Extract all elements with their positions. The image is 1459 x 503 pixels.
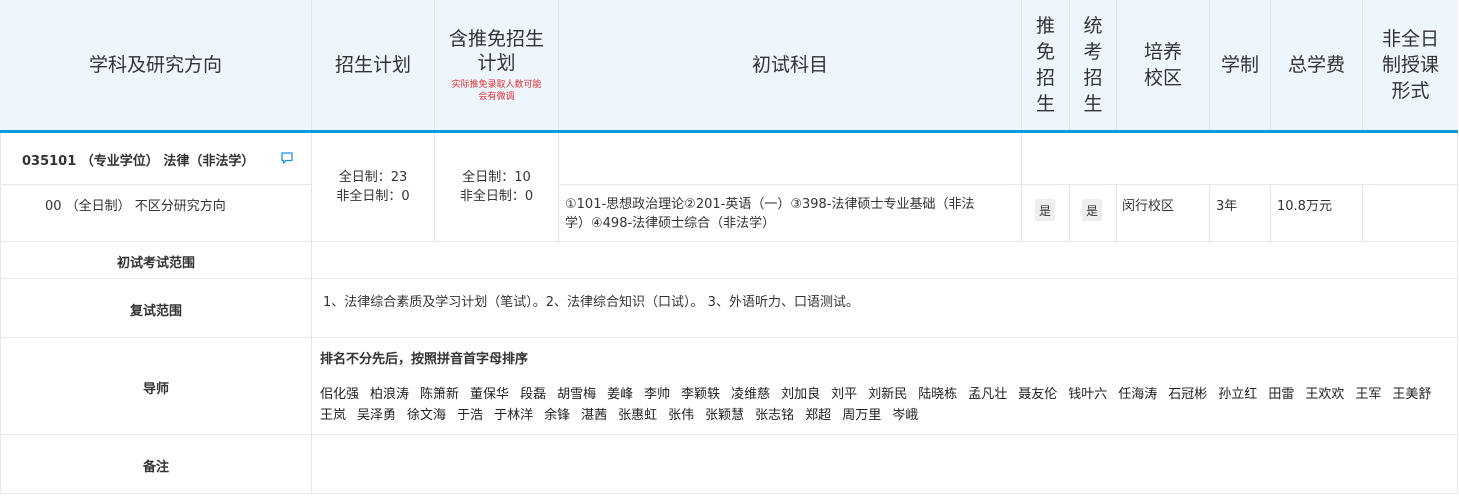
tutor-name: 于浩 [457,408,484,423]
tutor-name: 任海涛 [1118,387,1158,402]
tutor-name: 姜峰 [607,387,634,402]
header-parttime: 非全日 制授课 形式 [1381,28,1439,102]
tutor-name: 董保华 [470,387,510,402]
comment-icon[interactable] [280,150,294,164]
tutor-label: 导师 [142,382,169,397]
direction-label: 00 （全日制） 不区分研究方向 [45,199,226,214]
tutor-name: 郑超 [805,408,832,423]
exempt-note-2: 会有微调 [478,92,515,102]
header-plan: 招生计划 [312,0,435,130]
tutor-name: 孟凡壮 [968,387,1008,402]
retest-label: 复试范围 [129,304,182,319]
tutor-name: 柏浪涛 [370,387,410,402]
tutor-name: 岑峨 [892,408,919,423]
tutor-name: 王美舒 [1392,387,1432,402]
tutor-name: 孙立红 [1218,387,1258,402]
plan-part-time: 非全日制：0 [336,189,410,204]
tutor-note: 排名不分先后，按照拼音首字母排序 [320,352,529,367]
tutor-name: 石冠彬 [1168,387,1208,402]
tutor-name: 周万里 [842,408,882,423]
header-recommend: 推免招生 [1022,0,1070,130]
exempt-part-time: 非全日制：0 [459,189,534,204]
retest-text: 1、法律综合素质及学习计划（笔试）。2、法律综合知识（口试）。 3、外语听力、口… [323,295,859,310]
exempt-note: 实际推免录取人数可能 [451,80,542,90]
campus-value: 闵行校区 [1122,199,1175,214]
tutor-name: 胡雪梅 [557,387,597,402]
duration-value: 3年 [1216,199,1238,214]
tutor-name: 聂友伦 [1018,387,1058,402]
tutor-name: 王军 [1355,387,1382,402]
remark-label: 备注 [142,460,169,475]
initial-scope-label: 初试考试范围 [116,256,195,271]
tutor-name: 李帅 [644,387,671,402]
exam-subjects-line2: 学）④498-法律硕士综合（非法学） [565,216,776,231]
tutor-name: 王岚 [320,408,347,423]
header-exam-subjects: 初试科目 [559,0,1022,130]
exam-subjects-line1: ①101-思想政治理论②201-英语（一）③398-法律硕士专业基础（非法 [565,197,975,212]
plan-full-time: 全日制：23 [338,170,408,185]
tutor-name: 刘平 [831,387,858,402]
tutor-name: 刘加良 [781,387,821,402]
tutor-name: 佀化强 [320,387,360,402]
tutor-name: 陈箫新 [420,387,460,402]
unified-badge: 是 [1082,199,1102,221]
tutor-name: 湛茜 [581,408,608,423]
program-title: 035101 （专业学位） 法律（非法学） [22,154,255,169]
header-accent-line [0,130,1458,133]
header-tuition: 总学费 [1271,0,1363,130]
tutor-name: 张惠虹 [618,408,658,423]
header-duration: 学制 [1210,0,1271,130]
tutor-name: 李颖轶 [681,387,721,402]
tutor-name: 余锋 [544,408,571,423]
tuition-value: 10.8万元 [1277,199,1332,214]
tutor-name: 王欢欢 [1305,387,1345,402]
header-campus: 培养 校区 [1117,0,1210,130]
tutor-name: 段磊 [520,387,547,402]
tutor-name: 张颖慧 [705,408,745,423]
tutor-name: 于林洋 [494,408,534,423]
header-subject: 学科及研究方向 [0,0,312,130]
header-unified: 统考招生 [1070,0,1117,130]
tutor-name: 张志铭 [755,408,795,423]
tutor-name: 钱叶六 [1068,387,1108,402]
tutor-name: 张伟 [668,408,695,423]
tutor-name: 凌维慈 [731,387,771,402]
tutor-name: 田雷 [1268,387,1295,402]
tutor-name: 刘新民 [868,387,908,402]
tutor-name: 陆晓栋 [918,387,958,402]
tutor-name: 吴泽勇 [357,408,397,423]
exempt-full-time: 全日制：10 [462,170,531,185]
tutor-name: 徐文海 [407,408,447,423]
header-exempt-plan: 含推免招生 计划 实际推免录取人数可能 会有微调 [435,0,559,130]
recommend-badge: 是 [1035,199,1055,221]
tutor-list: 佀化强 柏浪涛 陈箫新 董保华 段磊 胡雪梅 姜峰 李帅 李颖轶 凌维慈 刘加良 刘平 刘新民 陆晓栋 孟凡… [320,384,1450,426]
